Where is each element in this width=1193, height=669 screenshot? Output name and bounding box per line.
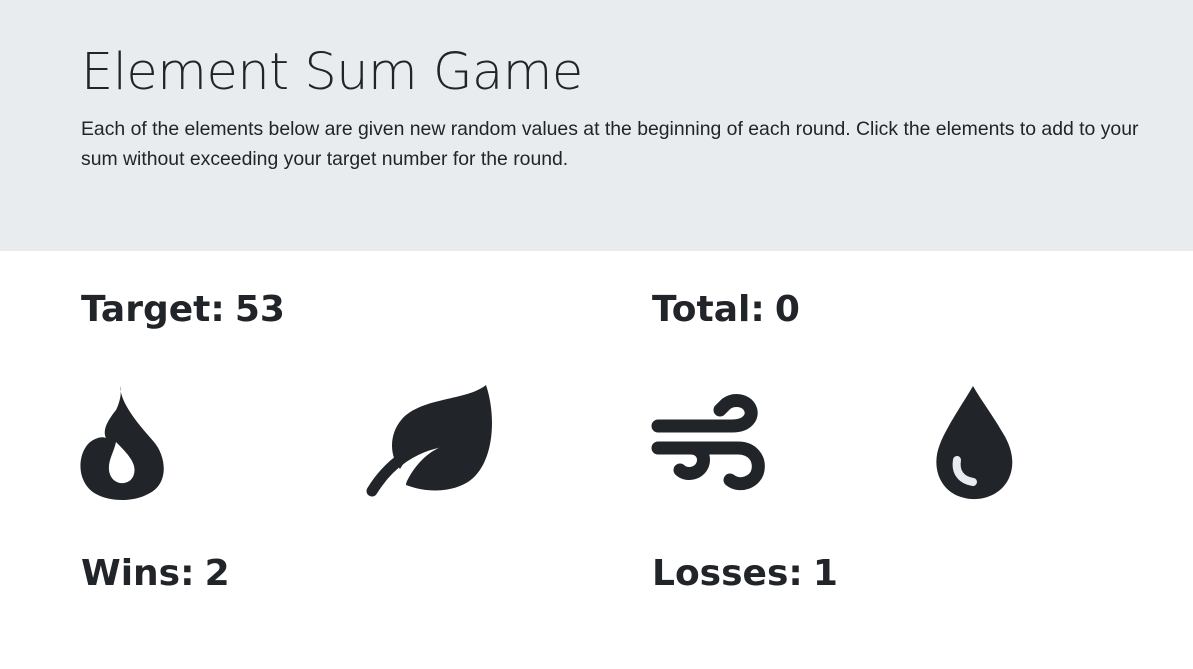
droplet-icon [936, 386, 1013, 500]
target-value: 53 [234, 289, 285, 330]
total-label: Total: [652, 289, 765, 330]
wind-icon [651, 394, 765, 491]
wins-display: Wins: 2 [81, 552, 230, 596]
losses-value: 1 [812, 553, 838, 594]
game-description: Each of the elements below are given new… [81, 118, 1139, 170]
total-value: 0 [774, 289, 800, 330]
losses-display: Losses: 1 [652, 552, 838, 596]
leaf-icon [366, 385, 492, 497]
target-display: Target: 53 [81, 288, 285, 332]
air-element-button[interactable] [650, 392, 766, 494]
total-display: Total: 0 [652, 288, 800, 332]
water-element-button[interactable] [935, 386, 1015, 500]
target-label: Target: [81, 289, 225, 330]
fire-icon [80, 386, 164, 500]
earth-element-button[interactable] [366, 385, 494, 499]
losses-label: Losses: [652, 553, 803, 594]
header-banner: Element Sum Game Each of the elements be… [0, 0, 1193, 251]
wins-value: 2 [204, 553, 230, 594]
wins-label: Wins: [81, 553, 195, 594]
fire-element-button[interactable] [80, 386, 166, 500]
page-title: Element Sum Game [81, 43, 583, 102]
